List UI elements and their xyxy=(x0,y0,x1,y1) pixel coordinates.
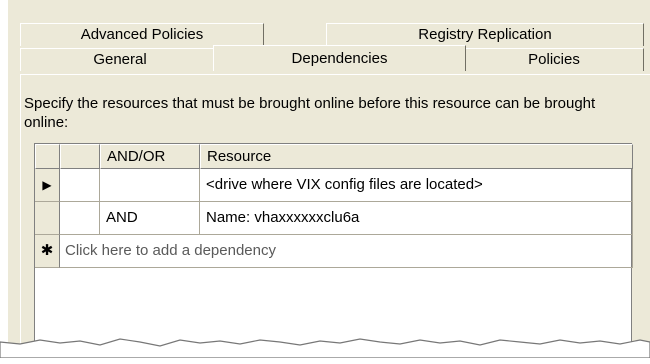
add-dependency-row[interactable]: Click here to add a dependency xyxy=(60,235,633,268)
resource-cell[interactable]: <drive where VIX config files are locate… xyxy=(200,169,633,202)
column-header-label: Resource xyxy=(207,148,272,165)
row-marker-cell xyxy=(60,169,100,202)
row-marker-header xyxy=(60,144,100,169)
andor-cell[interactable] xyxy=(100,169,200,202)
tab-label: Policies xyxy=(528,51,580,68)
tab-policies[interactable]: Policies xyxy=(464,48,644,71)
tab-dependencies[interactable]: Dependencies xyxy=(213,45,466,71)
description-text: Specify the resources that must be broug… xyxy=(24,95,596,131)
dependency-grid[interactable]: AND/OR Resource ▶ <drive where VIX confi… xyxy=(34,143,633,358)
cell-text: <drive where VIX config files are locate… xyxy=(206,176,483,193)
current-row-indicator[interactable]: ▶ xyxy=(35,169,60,202)
tab-general[interactable]: General xyxy=(20,48,220,71)
andor-cell[interactable]: AND xyxy=(100,202,200,235)
resource-cell[interactable]: Name: vhaxxxxxxclu6a xyxy=(200,202,633,235)
tab-registry-replication[interactable]: Registry Replication xyxy=(326,23,644,46)
column-header-resource[interactable]: Resource xyxy=(200,144,633,169)
tab-label: Dependencies xyxy=(291,50,388,67)
tab-label: General xyxy=(93,51,147,68)
column-header-label: AND/OR xyxy=(107,148,166,165)
tab-advanced-policies[interactable]: Advanced Policies xyxy=(20,23,264,46)
torn-edge xyxy=(0,338,650,358)
column-header-andor[interactable]: AND/OR xyxy=(100,144,200,169)
tab-label: Registry Replication xyxy=(418,26,552,43)
asterisk-icon: ✱ xyxy=(40,242,54,259)
tab-label: Advanced Policies xyxy=(80,26,204,43)
placeholder-text: Click here to add a dependency xyxy=(65,242,276,259)
row-marker-cell xyxy=(60,202,100,235)
row-pointer-icon: ▶ xyxy=(42,178,52,192)
cell-text: AND xyxy=(106,209,138,226)
corner-header xyxy=(35,144,60,169)
new-row-indicator[interactable]: ✱ xyxy=(35,235,60,268)
row-selector[interactable] xyxy=(35,202,60,235)
cell-text: Name: vhaxxxxxxclu6a xyxy=(206,209,360,226)
